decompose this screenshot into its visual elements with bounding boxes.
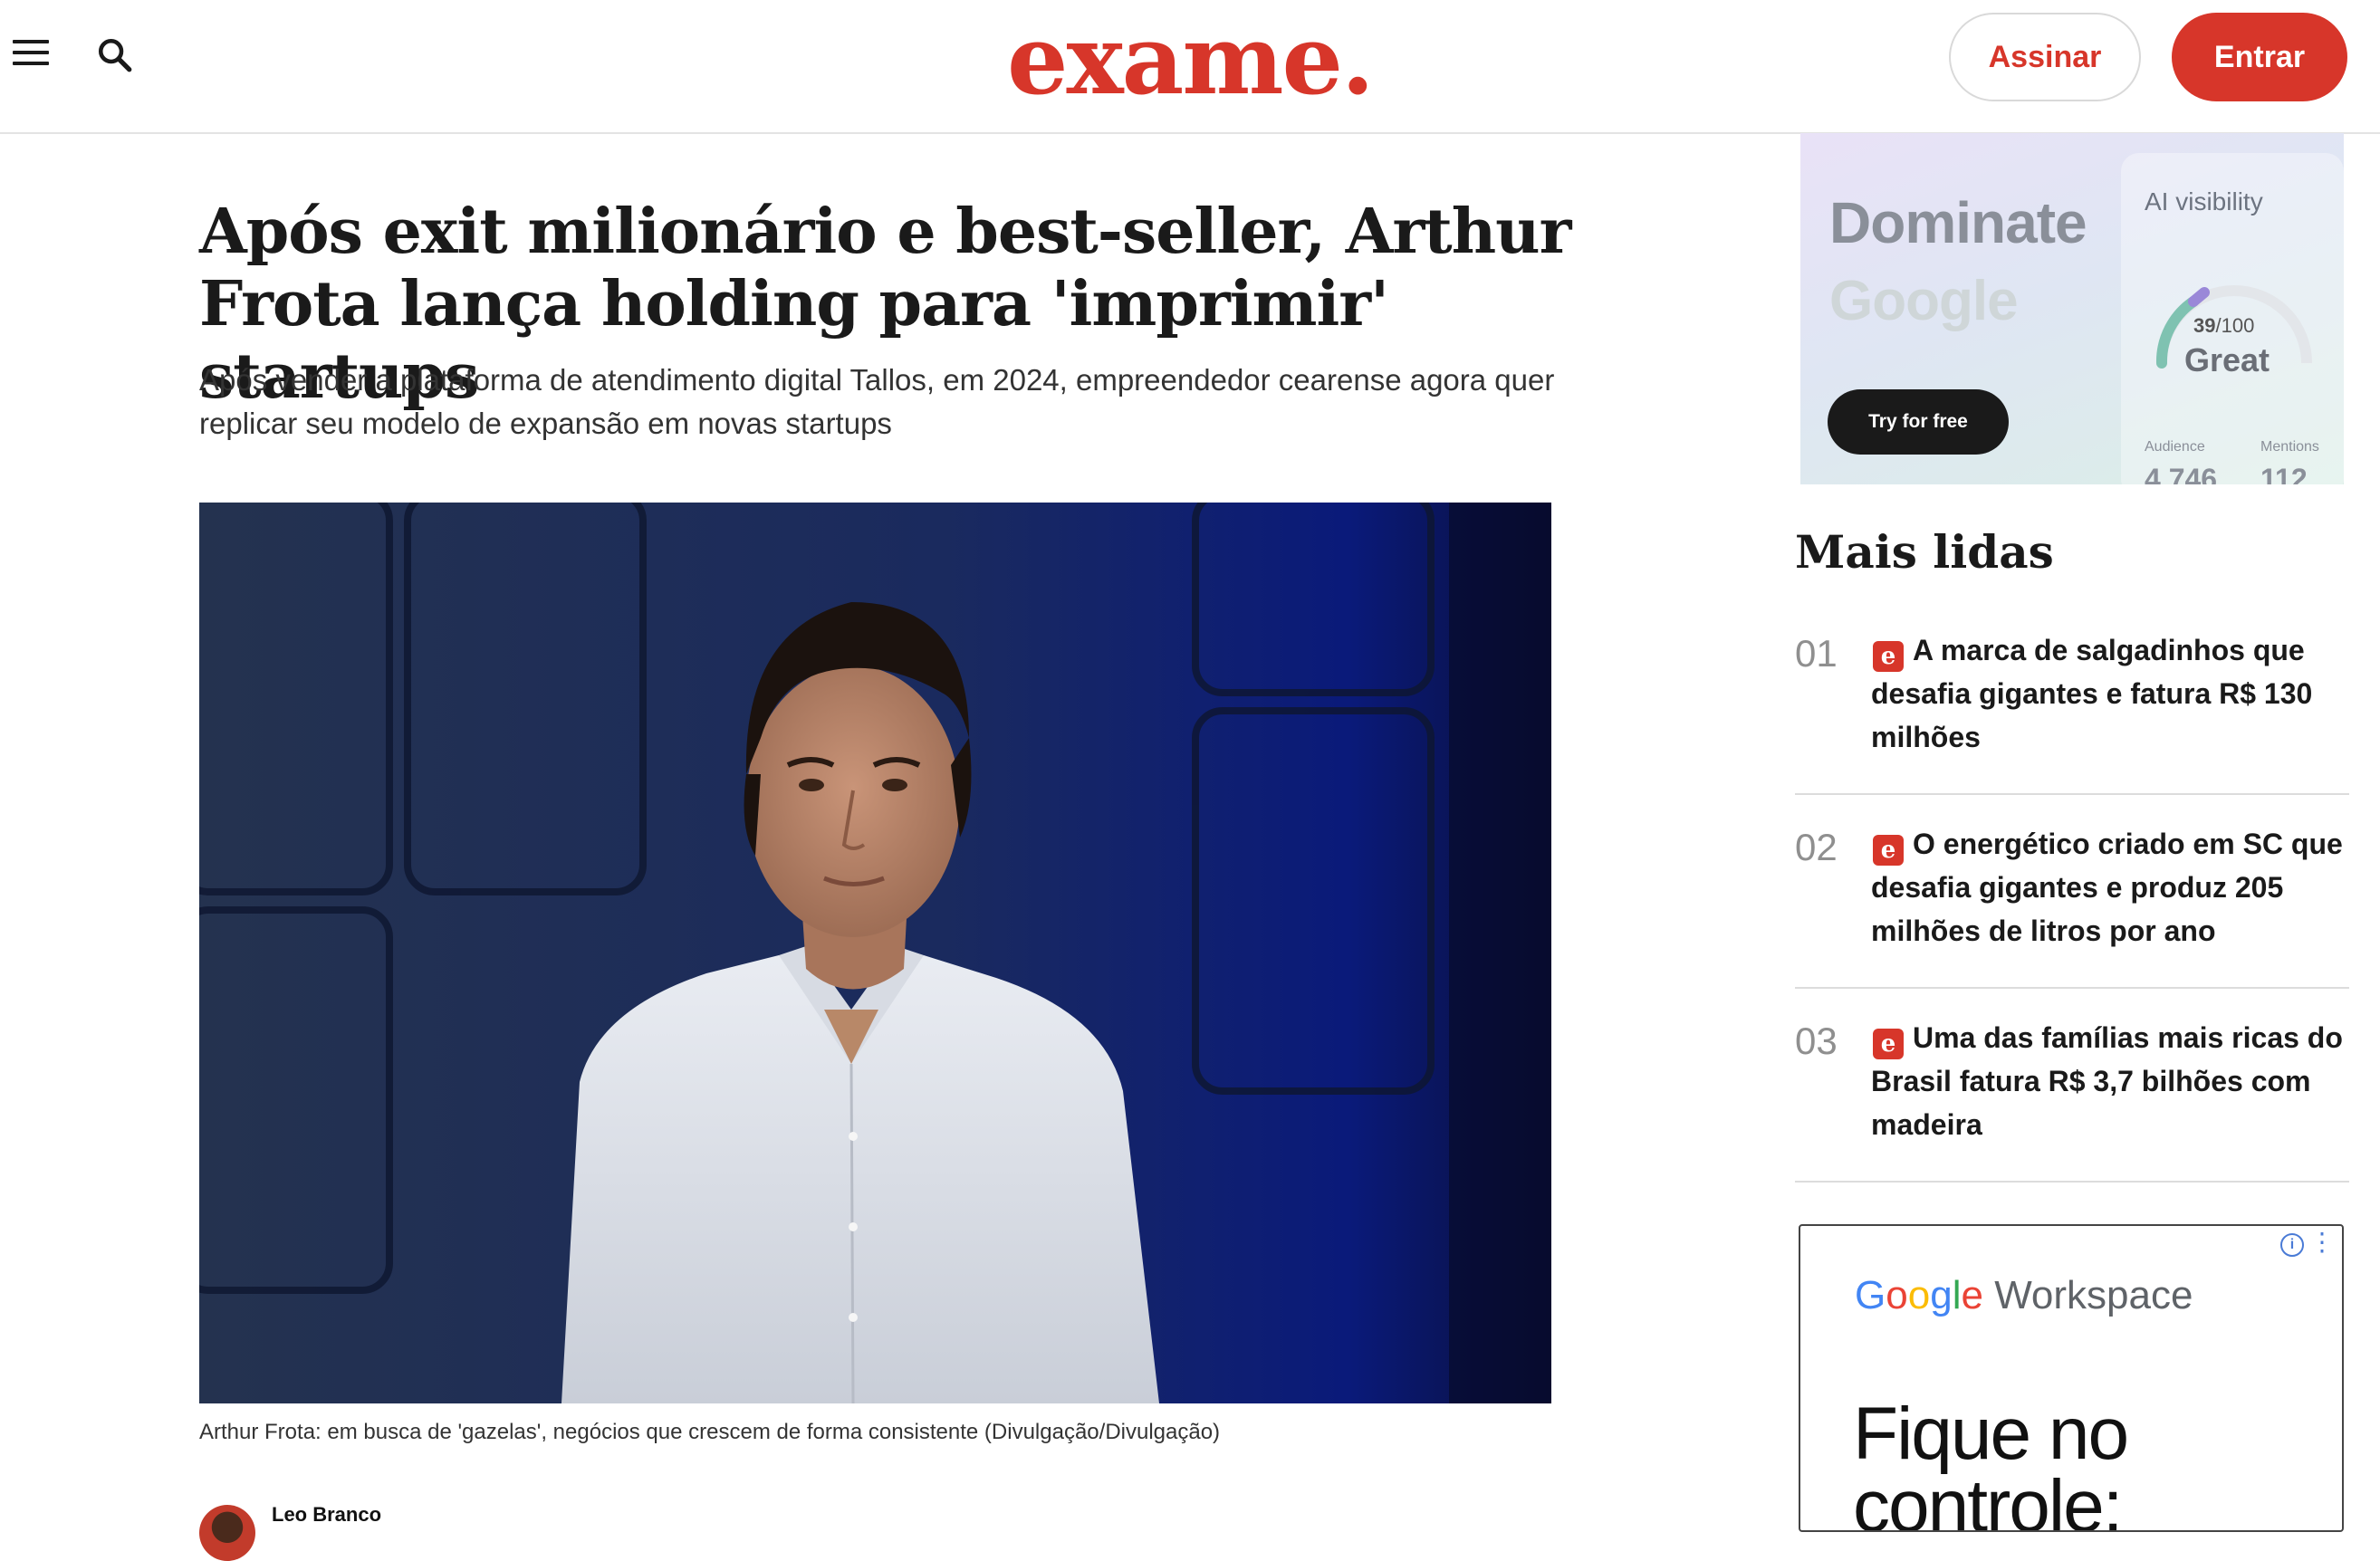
ad-score-card: AI visibility 39/100 Great Audience Ment… xyxy=(2121,153,2344,484)
portrait-photo xyxy=(199,503,1551,1403)
ad-mentions-value: 112 xyxy=(2260,463,2308,484)
most-read-headline[interactable]: O energético criado em SC que desafia gi… xyxy=(1871,828,2343,947)
most-read-item[interactable]: 03 e Uma das famílias mais ricas do Brasi… xyxy=(1795,1016,2349,1183)
most-read-title: Mais lidas xyxy=(1795,525,2054,579)
ad-audience-value: 4,746 xyxy=(2145,463,2218,484)
ad-headline: Dominate xyxy=(1829,190,2087,255)
ad-close-icon[interactable]: ⋮ xyxy=(2309,1230,2335,1255)
ad-score-label: Great xyxy=(2184,341,2270,378)
subscribe-button[interactable]: Assinar xyxy=(1949,13,2141,101)
ad-score-max: /100 xyxy=(2215,314,2255,337)
most-read-number: 01 xyxy=(1795,632,1838,675)
menu-icon[interactable] xyxy=(13,40,49,65)
try-for-free-button[interactable]: Try for free xyxy=(1828,389,2009,455)
exame-premium-icon: e xyxy=(1873,835,1904,866)
ad-headline-line: Fique no xyxy=(1853,1393,2129,1475)
most-read-number: 03 xyxy=(1795,1020,1838,1062)
google-wordmark: Google xyxy=(1855,1273,1983,1317)
ad-audience-label: Audience xyxy=(2145,439,2205,455)
most-read-item[interactable]: 01 eA marca de salgadinhos que desafia g… xyxy=(1795,628,2349,795)
login-button[interactable]: Entrar xyxy=(2172,13,2347,101)
author-avatar[interactable] xyxy=(199,1505,255,1561)
image-caption: Arthur Frota: em busca de 'gazelas', neg… xyxy=(199,1420,1221,1444)
article-subtitle: Após vender a plataforma de atendimento … xyxy=(199,363,1555,440)
exame-premium-icon: e xyxy=(1873,1029,1904,1059)
ad-headline-secondary: Google xyxy=(1829,270,2019,332)
workspace-wordmark: Workspace xyxy=(1994,1273,2193,1317)
article-hero-image xyxy=(199,503,1551,1403)
most-read-item[interactable]: 02 eO energético criado em SC que desafi… xyxy=(1795,822,2349,989)
ad-card-title: AI visibility xyxy=(2145,187,2263,215)
ai-visibility-ad[interactable]: Dominate Google Try for free AI visibili… xyxy=(1800,133,2344,484)
ad-mentions-label: Mentions xyxy=(2260,439,2319,455)
ad-headline: Fique no controle: xyxy=(1853,1393,2129,1531)
exame-premium-icon: e xyxy=(1873,641,1904,672)
ad-info-icon[interactable]: i xyxy=(2280,1233,2304,1257)
google-workspace-ad[interactable]: i ⋮ Google Workspace Fique no controle: xyxy=(1799,1224,2344,1532)
most-read-headline[interactable]: Uma das famílias mais ricas do Brasil fa… xyxy=(1871,1021,2343,1141)
most-read-number: 02 xyxy=(1795,826,1838,868)
search-icon[interactable] xyxy=(96,36,134,74)
ad-score-value: 39 xyxy=(2193,314,2216,337)
most-read-headline[interactable]: A marca de salgadinhos que desafia gigan… xyxy=(1871,634,2312,753)
site-header: exame. Assinar Entrar xyxy=(0,0,2380,134)
author-name[interactable]: Leo Branco xyxy=(272,1503,381,1527)
google-workspace-logo: Google Workspace xyxy=(1855,1273,2193,1318)
site-logo[interactable]: exame. xyxy=(1007,5,1375,114)
